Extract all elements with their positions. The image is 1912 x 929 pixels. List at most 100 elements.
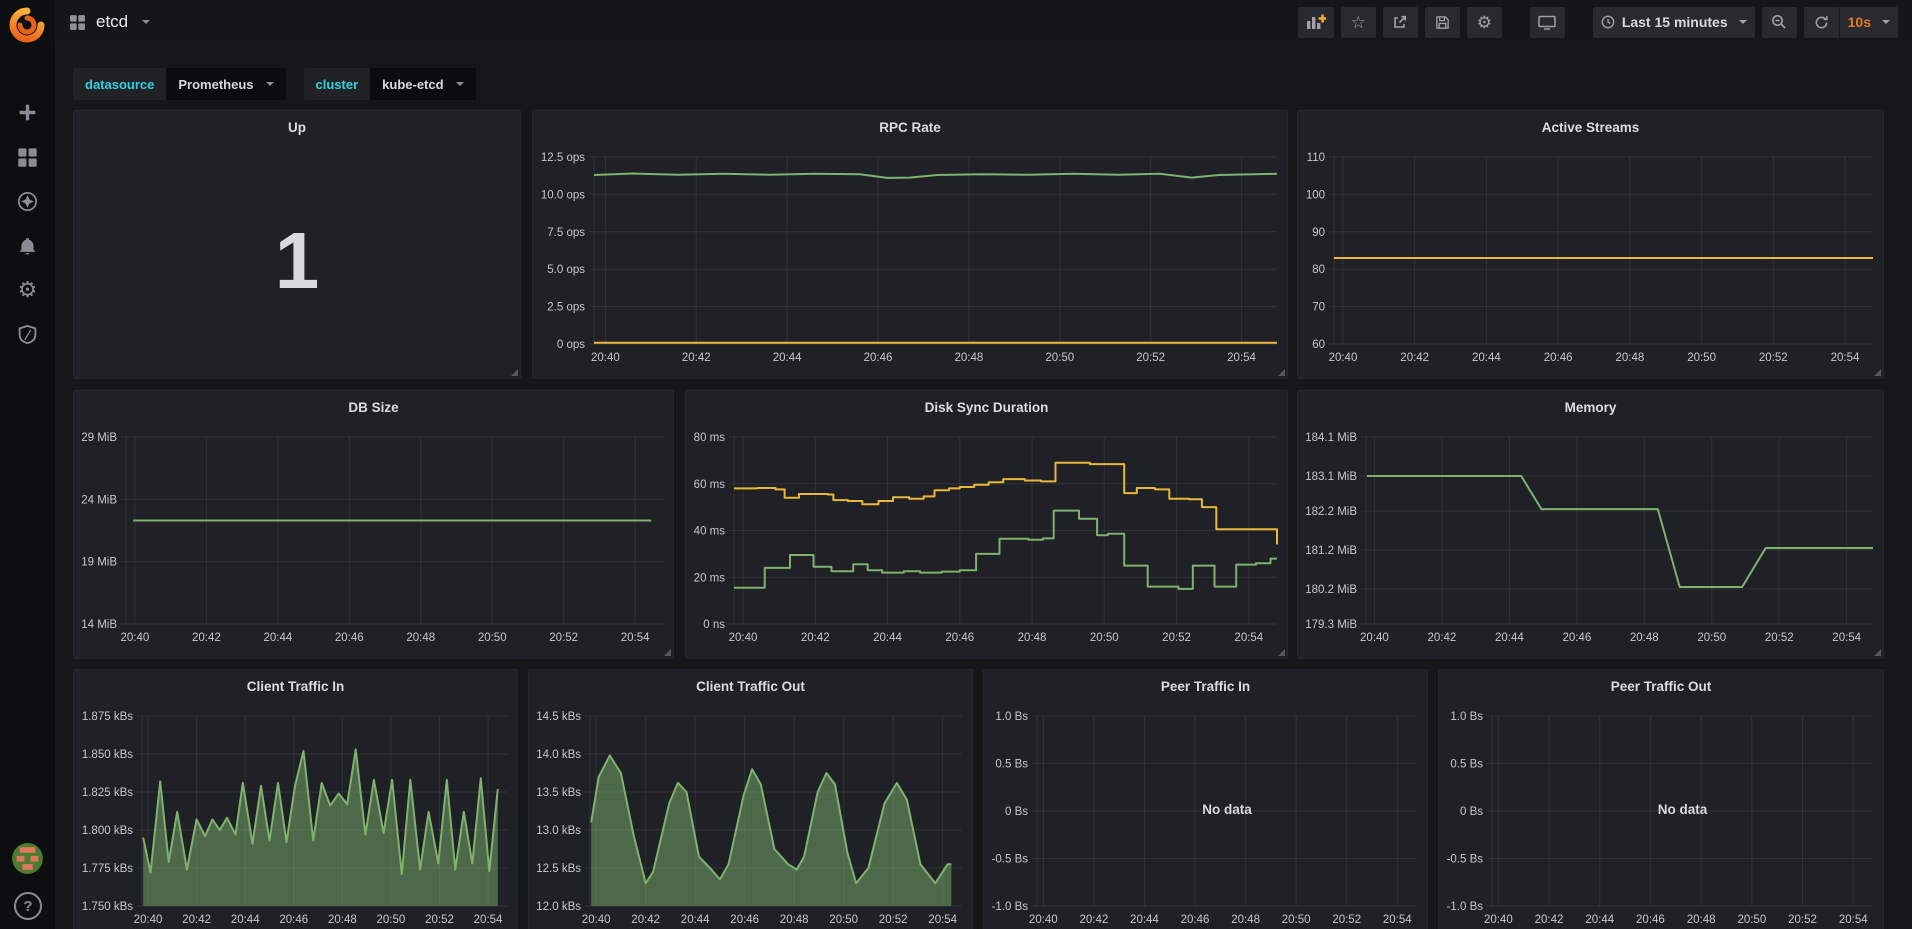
time-range-picker[interactable]: Last 15 minutes — [1593, 7, 1755, 38]
svg-text:0 Bs: 0 Bs — [1460, 806, 1483, 818]
grafana-logo[interactable] — [9, 7, 45, 43]
svg-text:20:48: 20:48 — [780, 914, 809, 926]
graph-peer-traffic-out[interactable]: -1.0 Bs-0.5 Bs0 Bs0.5 Bs1.0 Bs20:4020:42… — [1439, 670, 1885, 929]
chevron-down-icon — [1739, 20, 1747, 24]
chevron-down-icon — [456, 82, 464, 86]
graph-peer-traffic-in[interactable]: -1.0 Bs-0.5 Bs0 Bs0.5 Bs1.0 Bs20:4020:42… — [984, 670, 1429, 929]
svg-text:10.0 ops: 10.0 ops — [541, 189, 585, 201]
save-button[interactable] — [1425, 7, 1460, 38]
svg-text:12.5 kBs: 12.5 kBs — [536, 863, 581, 875]
server-admin-icon[interactable] — [0, 314, 55, 354]
svg-text:20:40: 20:40 — [591, 352, 620, 364]
svg-text:20:52: 20:52 — [425, 914, 454, 926]
tv-mode-icon — [1538, 15, 1556, 30]
panel-resize-handle[interactable] — [664, 649, 671, 656]
svg-text:20:50: 20:50 — [478, 632, 507, 644]
graph-client-traffic-in[interactable]: 1.750 kBs1.775 kBs1.800 kBs1.825 kBs1.85… — [74, 670, 519, 929]
svg-text:20:44: 20:44 — [1585, 914, 1614, 926]
panel-title[interactable]: Client Traffic Out — [529, 670, 972, 702]
alerting-icon[interactable] — [0, 226, 55, 266]
zoom-out-icon — [1771, 14, 1787, 30]
svg-text:20:40: 20:40 — [729, 632, 758, 644]
panel-resize-handle[interactable] — [511, 369, 518, 376]
zoom-out-button[interactable] — [1762, 7, 1797, 38]
svg-text:1.0 Bs: 1.0 Bs — [1450, 711, 1483, 723]
variable-label: datasource — [73, 68, 166, 100]
variable-datasource: datasource Prometheus — [73, 68, 286, 100]
svg-text:20:44: 20:44 — [1130, 914, 1159, 926]
panel-peer-traffic-out: Peer Traffic Out-1.0 Bs-0.5 Bs0 Bs0.5 Bs… — [1438, 669, 1884, 929]
panel-title[interactable]: Up — [74, 111, 520, 143]
panel-title[interactable]: Disk Sync Duration — [686, 391, 1287, 423]
panel-resize-handle[interactable] — [1874, 649, 1881, 656]
svg-text:20:52: 20:52 — [1759, 352, 1788, 364]
svg-text:180.2 MiB: 180.2 MiB — [1305, 584, 1357, 596]
graph-active-streams[interactable]: 6070809010011020:4020:4220:4420:4620:482… — [1298, 111, 1885, 380]
svg-text:20:42: 20:42 — [182, 914, 211, 926]
svg-text:20:44: 20:44 — [1495, 632, 1524, 644]
variable-value-dropdown[interactable]: Prometheus — [166, 68, 285, 100]
refresh-interval-label: 10s — [1848, 14, 1871, 30]
variable-value: kube-etcd — [382, 77, 443, 92]
panel-title[interactable]: Peer Traffic In — [984, 670, 1427, 702]
panel-title[interactable]: Peer Traffic Out — [1439, 670, 1883, 702]
dashboard-settings-button[interactable]: ⚙ — [1467, 7, 1502, 38]
panel-title[interactable]: RPC Rate — [533, 111, 1287, 143]
star-icon: ☆ — [1351, 14, 1366, 31]
mark-favorite-button[interactable]: ☆ — [1341, 7, 1376, 38]
svg-text:20:46: 20:46 — [279, 914, 308, 926]
graph-rpc-rate[interactable]: 0 ops2.5 ops5.0 ops7.5 ops10.0 ops12.5 o… — [533, 111, 1289, 380]
share-button[interactable] — [1383, 7, 1418, 38]
add-panel-icon — [1306, 14, 1326, 30]
panel-peer-traffic-in: Peer Traffic In-1.0 Bs-0.5 Bs0 Bs0.5 Bs1… — [983, 669, 1428, 929]
panel-title[interactable]: Client Traffic In — [74, 670, 517, 702]
panel-title[interactable]: Memory — [1298, 391, 1883, 423]
refresh-icon — [1814, 15, 1829, 30]
svg-text:20:40: 20:40 — [582, 914, 611, 926]
create-icon[interactable] — [0, 92, 55, 132]
svg-text:20:50: 20:50 — [829, 914, 858, 926]
refresh-interval-dropdown[interactable]: 10s — [1840, 7, 1898, 38]
user-avatar[interactable] — [12, 843, 43, 874]
panel-rpc-rate: RPC Rate0 ops2.5 ops5.0 ops7.5 ops10.0 o… — [532, 110, 1288, 379]
graph-memory[interactable]: 179.3 MiB180.2 MiB181.2 MiB182.2 MiB183.… — [1298, 391, 1885, 660]
svg-text:19 MiB: 19 MiB — [81, 557, 117, 569]
panel-title[interactable]: DB Size — [74, 391, 673, 423]
refresh-button[interactable] — [1804, 7, 1839, 38]
svg-text:20:48: 20:48 — [1687, 914, 1716, 926]
explore-icon[interactable] — [0, 181, 55, 221]
svg-text:20:54: 20:54 — [1234, 632, 1263, 644]
graph-disk-sync-duration[interactable]: 0 ns20 ms40 ms60 ms80 ms20:4020:4220:442… — [686, 391, 1289, 660]
panel-resize-handle[interactable] — [1278, 649, 1285, 656]
dashboard-squares-icon — [69, 14, 86, 31]
save-icon — [1435, 15, 1450, 30]
svg-text:183.1 MiB: 183.1 MiB — [1305, 471, 1357, 483]
dashboards-icon[interactable] — [0, 137, 55, 177]
panel-resize-handle[interactable] — [1874, 369, 1881, 376]
tv-mode-button[interactable] — [1530, 7, 1565, 38]
variables-row: datasource Prometheus cluster kube-etcd — [73, 68, 476, 100]
panel-resize-handle[interactable] — [1278, 369, 1285, 376]
svg-text:0 ns: 0 ns — [703, 619, 725, 631]
dashboard-picker[interactable]: etcd — [69, 12, 150, 32]
svg-text:14.5 kBs: 14.5 kBs — [536, 711, 581, 723]
svg-text:20:46: 20:46 — [730, 914, 759, 926]
add-panel-button[interactable] — [1298, 7, 1334, 38]
configuration-icon[interactable]: ⚙ — [0, 270, 55, 310]
svg-text:184.1 MiB: 184.1 MiB — [1305, 432, 1357, 444]
svg-text:20:46: 20:46 — [335, 632, 364, 644]
variable-value-dropdown[interactable]: kube-etcd — [370, 68, 475, 100]
svg-text:20:44: 20:44 — [1472, 352, 1501, 364]
svg-text:20:48: 20:48 — [328, 914, 357, 926]
svg-text:70: 70 — [1312, 302, 1325, 314]
graph-client-traffic-out[interactable]: 12.0 kBs12.5 kBs13.0 kBs13.5 kBs14.0 kBs… — [529, 670, 974, 929]
svg-text:20:52: 20:52 — [879, 914, 908, 926]
clock-icon — [1601, 15, 1615, 29]
graph-db-size[interactable]: 14 MiB19 MiB24 MiB29 MiB20:4020:4220:442… — [74, 391, 675, 660]
svg-text:20:50: 20:50 — [377, 914, 406, 926]
svg-text:12.5 ops: 12.5 ops — [541, 152, 585, 164]
panel-active-streams: Active Streams6070809010011020:4020:4220… — [1297, 110, 1884, 379]
svg-text:7.5 ops: 7.5 ops — [547, 227, 585, 239]
help-icon[interactable]: ? — [14, 892, 42, 920]
panel-title[interactable]: Active Streams — [1298, 111, 1883, 143]
